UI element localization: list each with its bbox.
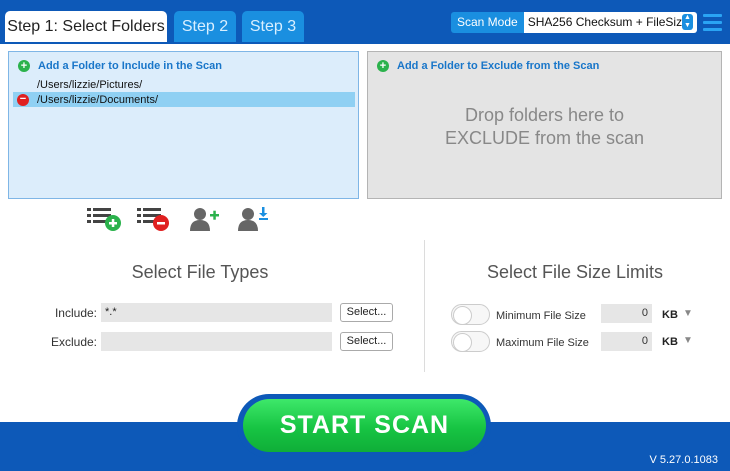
- folder-list-item[interactable]: /Users/lizzie/Pictures/: [13, 77, 355, 92]
- tab-step-3[interactable]: Step 3: [242, 11, 304, 42]
- start-scan-button[interactable]: START SCAN: [243, 399, 486, 452]
- tab-step-1-label: Step 1: Select Folders: [7, 17, 165, 35]
- min-size-label: Minimum File Size: [496, 310, 586, 322]
- max-size-label: Maximum File Size: [496, 337, 589, 349]
- version-label: V 5.27.0.1083: [649, 454, 718, 466]
- import-user-icon[interactable]: [236, 206, 272, 232]
- tab-step-3-label: Step 3: [249, 17, 297, 35]
- scan-mode-select[interactable]: SHA256 Checksum + FileSize ▲ ▼: [523, 12, 697, 33]
- tab-step-2-label: Step 2: [181, 17, 229, 35]
- hamburger-menu-icon[interactable]: [703, 14, 722, 31]
- exclude-label: Exclude:: [50, 335, 97, 349]
- select-arrows-icon: ▲ ▼: [682, 14, 693, 30]
- plus-circle-icon: +: [18, 60, 30, 72]
- top-bar: Step 1: Select Folders Step 2 Step 3 Sca…: [0, 0, 730, 44]
- chevron-down-icon[interactable]: ▼: [683, 335, 693, 346]
- min-size-unit[interactable]: KB: [662, 309, 678, 321]
- include-folders-panel[interactable]: + Add a Folder to Include in the Scan /U…: [8, 51, 359, 199]
- add-exclude-folder-button[interactable]: + Add a Folder to Exclude from the Scan: [377, 60, 599, 72]
- include-label: Include:: [54, 306, 97, 320]
- drop-zone-text: Drop folders here to EXCLUDE from the sc…: [368, 104, 721, 150]
- folder-path: /Users/lizzie/Pictures/: [37, 78, 143, 91]
- tab-step-2[interactable]: Step 2: [174, 11, 236, 42]
- chevron-down-icon[interactable]: ▼: [683, 308, 693, 319]
- include-select-button[interactable]: Select...: [340, 303, 393, 322]
- min-size-input[interactable]: 0: [601, 304, 652, 323]
- section-divider: [424, 240, 425, 372]
- drop-text-line-1: Drop folders here to: [464, 105, 625, 125]
- max-size-toggle[interactable]: [451, 331, 490, 352]
- scan-mode-value: SHA256 Checksum + FileSize: [527, 15, 689, 29]
- add-include-folder-button[interactable]: + Add a Folder to Include in the Scan: [18, 60, 222, 72]
- plus-circle-icon: +: [377, 60, 389, 72]
- file-size-title: Select File Size Limits: [486, 262, 664, 282]
- exclude-types-input[interactable]: [101, 332, 332, 351]
- folder-path: /Users/lizzie/Documents/: [37, 93, 159, 106]
- add-folder-icon[interactable]: [87, 206, 123, 232]
- scan-mode-control: Scan Mode SHA256 Checksum + FileSize ▲ ▼: [451, 12, 697, 33]
- remove-folder-icon[interactable]: [137, 206, 173, 232]
- exclude-select-button[interactable]: Select...: [340, 332, 393, 351]
- exclude-folders-panel[interactable]: + Add a Folder to Exclude from the Scan …: [367, 51, 722, 199]
- max-size-input[interactable]: 0: [601, 332, 652, 351]
- min-size-toggle[interactable]: [451, 304, 490, 325]
- max-size-unit[interactable]: KB: [662, 336, 678, 348]
- exclude-panel-header: Add a Folder to Exclude from the Scan: [397, 60, 600, 72]
- remove-circle-icon[interactable]: −: [17, 93, 29, 106]
- include-panel-header: Add a Folder to Include in the Scan: [38, 60, 222, 72]
- scan-mode-label: Scan Mode: [451, 12, 524, 33]
- file-types-title: Select File Types: [131, 262, 269, 282]
- add-user-icon[interactable]: [188, 206, 224, 232]
- tab-step-1[interactable]: Step 1: Select Folders: [5, 11, 167, 42]
- drop-text-line-2: EXCLUDE from the scan: [444, 128, 645, 148]
- folder-list-item-selected[interactable]: − /Users/lizzie/Documents/: [13, 92, 355, 107]
- include-types-input[interactable]: *.*: [101, 303, 332, 322]
